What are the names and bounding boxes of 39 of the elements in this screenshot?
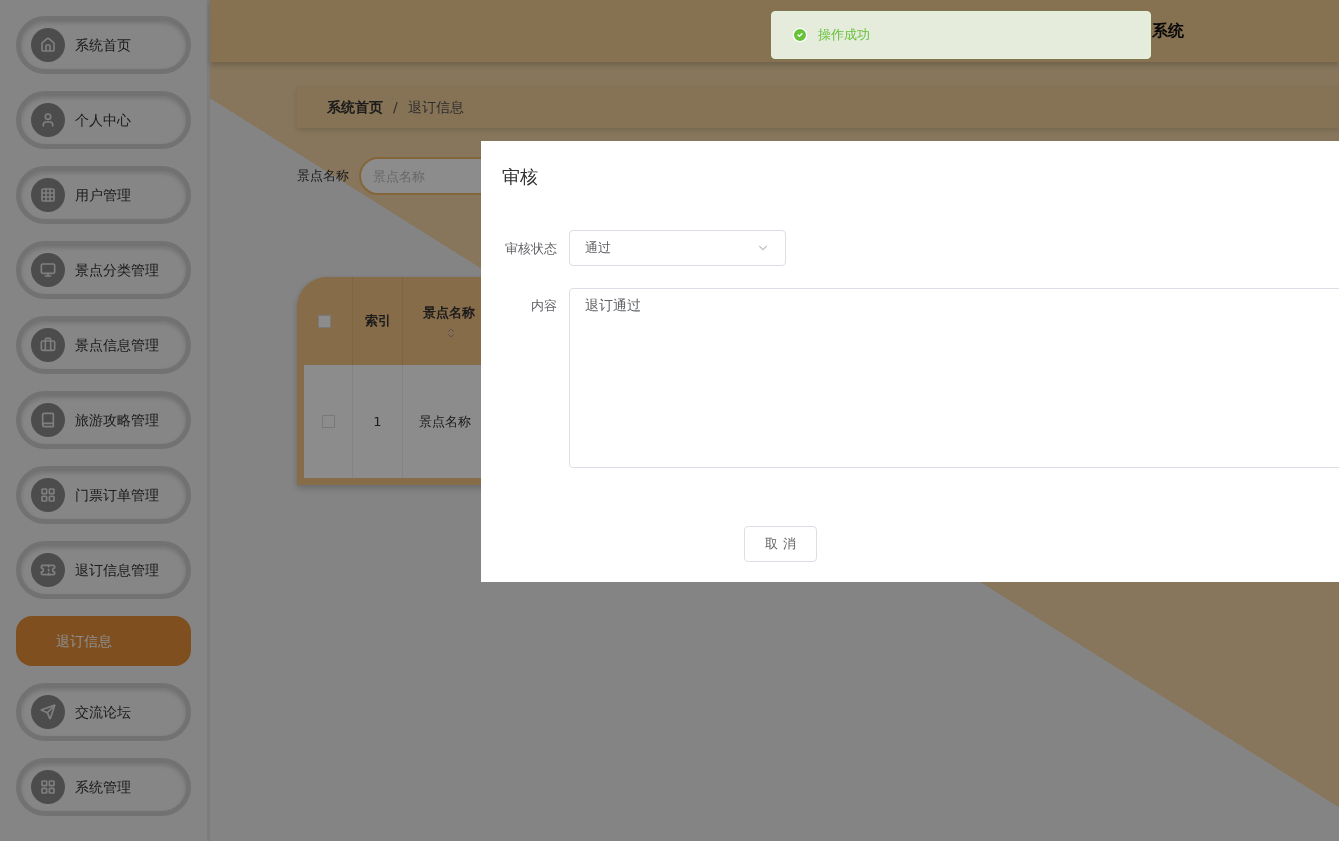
table-cell-text: 景点名称 bbox=[419, 412, 471, 431]
checkbox[interactable] bbox=[318, 314, 331, 328]
send-icon bbox=[31, 695, 65, 729]
field-label: 内容 bbox=[530, 297, 558, 315]
menu-item[interactable]: 旅游攻略管理 bbox=[16, 391, 191, 449]
menu-item[interactable]: 交流论坛 bbox=[16, 683, 191, 741]
grid-icon bbox=[31, 178, 65, 212]
briefcase-icon bbox=[31, 328, 65, 362]
book-icon bbox=[31, 403, 65, 437]
menu-item[interactable]: 个人中心 bbox=[16, 91, 191, 149]
menu-item[interactable]: 退订信息管理 bbox=[16, 541, 191, 599]
menu-item[interactable]: 景点信息管理 bbox=[16, 316, 191, 374]
monitor-icon bbox=[31, 253, 65, 287]
content-textarea[interactable]: 退订通过 bbox=[569, 288, 1339, 468]
menu-item[interactable]: 系统首页 bbox=[16, 16, 191, 74]
grid-icon bbox=[31, 478, 65, 512]
user-icon bbox=[31, 103, 65, 137]
dialog-title: 审核 bbox=[502, 165, 539, 189]
breadcrumb-separator: / bbox=[393, 98, 398, 117]
ticket-icon bbox=[31, 553, 65, 587]
breadcrumb-link[interactable]: 系统首页 bbox=[327, 97, 383, 118]
table-cell-text: 1 bbox=[373, 412, 382, 431]
app-title: 系统 bbox=[1152, 20, 1184, 42]
grid-icon bbox=[31, 770, 65, 804]
menu-item[interactable]: 用户管理 bbox=[16, 166, 191, 224]
check-circle-icon bbox=[792, 27, 808, 43]
column-header[interactable]: 景点名称 bbox=[423, 303, 475, 323]
column-header[interactable]: 索引 bbox=[364, 311, 391, 331]
menu-item[interactable]: 门票订单管理 bbox=[16, 466, 191, 524]
status-select[interactable]: 通过 bbox=[569, 230, 786, 266]
breadcrumb-link[interactable]: 退订信息 bbox=[407, 97, 464, 118]
home-icon bbox=[31, 28, 65, 62]
field-label: 审核状态 bbox=[504, 240, 558, 258]
toast-message: 操作成功 bbox=[818, 26, 870, 45]
menu-item[interactable]: 景点分类管理 bbox=[16, 241, 191, 299]
cancel-button[interactable]: 取 消 bbox=[744, 526, 817, 562]
search-label: 景点名称 bbox=[297, 167, 349, 186]
menu-item[interactable]: 系统管理 bbox=[16, 758, 191, 816]
sort-icon[interactable] bbox=[445, 326, 457, 339]
